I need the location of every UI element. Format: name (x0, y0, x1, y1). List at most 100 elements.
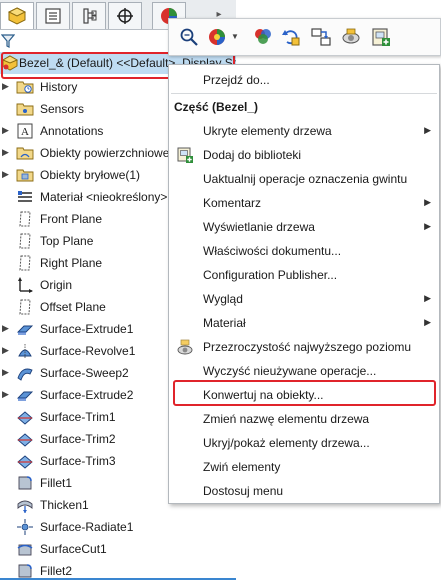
expand-arrow-icon[interactable]: ▶ (2, 367, 12, 378)
solid-bodies-folder-icon (16, 166, 34, 184)
tree-item-label: Right Plane (40, 256, 103, 270)
menu-item-material[interactable]: Materiał ▶ (169, 311, 439, 335)
tree-item-label: Surface-Trim2 (40, 432, 116, 446)
surface-sweep-icon (16, 364, 34, 382)
menu-item-uaktualnij-operacje-oznaczenia-gwintu[interactable]: Uaktualnij operacje oznaczenia gwintu (169, 167, 439, 191)
sensors-folder-icon (16, 100, 34, 118)
tree-item-label: Obiekty powierzchniowe (40, 146, 170, 160)
appearance-dropdown-icon[interactable]: ▼ (231, 32, 239, 41)
expand-arrow-icon[interactable]: ▶ (2, 125, 12, 136)
menu-item-label: Część (Bezel_) (174, 100, 259, 114)
menu-item-zmien-nazwe-elementu-drzewa[interactable]: Zmień nazwę elementu drzewa (169, 407, 439, 431)
menu-item-wyswietlanie-drzewa[interactable]: Wyświetlanie drzewa ▶ (169, 215, 439, 239)
tree-item-surfacecut1[interactable]: SurfaceCut1 (0, 538, 236, 560)
menu-item-label: Zmień nazwę elementu drzewa (203, 412, 370, 426)
tree-item-label: Front Plane (40, 212, 103, 226)
tree-item-label: Surface-Extrude1 (40, 322, 134, 336)
surface-extrude-icon (16, 320, 34, 338)
menu-item-label: Ukryte elementy drzewa (203, 124, 332, 138)
tree-item-surface-radiate1[interactable]: Surface-Radiate1 (0, 516, 236, 538)
menu-item-przejdz-do[interactable]: Przejdź do... (169, 68, 439, 92)
submenu-arrow-icon: ▶ (424, 317, 431, 327)
menu-item-label: Komentarz (203, 196, 262, 210)
plane-icon (16, 232, 34, 250)
appearance-icon (209, 29, 225, 45)
menu-item-ukryj-pokaz-elementy-drzewa[interactable]: Ukryj/pokaż elementy drzewa... (169, 431, 439, 455)
expand-arrow-icon[interactable]: ▶ (2, 81, 12, 92)
menu-item-label: Przezroczystość najwyższego poziomu (203, 340, 412, 354)
add-to-library-button[interactable] (369, 25, 393, 49)
tree-item-label: Origin (40, 278, 73, 292)
tree-item-label: Top Plane (40, 234, 94, 248)
tree-item-label: Surface-Trim1 (40, 410, 116, 424)
tree-item-label: Fillet2 (40, 564, 73, 578)
menu-item-label: Configuration Publisher... (203, 268, 338, 282)
expand-arrow-icon[interactable]: ▶ (2, 389, 12, 400)
appearance-button[interactable] (205, 25, 229, 49)
svg-text:A: A (21, 126, 29, 138)
edit-color-icon (255, 29, 271, 44)
configuration-icon (83, 8, 97, 24)
add-to-library-icon (176, 146, 194, 164)
expand-arrow-icon[interactable]: ▶ (2, 323, 12, 334)
menu-item-wlasciwosci-dokumentu[interactable]: Właściwości dokumentu... (169, 239, 439, 263)
crosshair-icon (117, 8, 133, 24)
menu-item-label: Właściwości dokumentu... (203, 244, 342, 258)
origin-icon (16, 276, 34, 294)
surface-trim-icon (16, 430, 34, 448)
submenu-arrow-icon: ▶ (424, 221, 431, 231)
menu-item-dodaj-do-biblioteki[interactable]: Dodaj do biblioteki (169, 143, 439, 167)
edit-color-button[interactable] (251, 25, 275, 49)
tab-property-manager[interactable] (36, 2, 70, 29)
surface-radiate-icon (16, 518, 34, 536)
thicken-icon (16, 496, 34, 514)
tree-item-label: Materiał <nieokreślony> (40, 190, 168, 204)
menu-header-czesc-bezel: Część (Bezel_) (169, 95, 439, 119)
tree-item-label: History (40, 80, 78, 94)
plane-icon (16, 298, 34, 316)
menu-item-dostosuj-menu[interactable]: Dostosuj menu (169, 479, 439, 503)
tab-feature-manager[interactable] (0, 2, 34, 29)
submenu-arrow-icon: ▶ (424, 293, 431, 303)
tree-item-label: Surface-Sweep2 (40, 366, 129, 380)
tree-item-label: Annotations (40, 124, 104, 138)
menu-item-label: Dodaj do biblioteki (203, 148, 302, 162)
menu-item-label: Dostosuj menu (203, 484, 284, 498)
menu-item-configuration-publisher[interactable]: Configuration Publisher... (169, 263, 439, 287)
rollback-icon (282, 30, 300, 46)
submenu-arrow-icon: ▶ (424, 197, 431, 207)
menu-separator (171, 93, 437, 94)
submenu-arrow-icon: ▶ (424, 125, 431, 135)
property-list-icon (45, 8, 61, 24)
expand-arrow-icon[interactable]: ▶ (2, 169, 12, 180)
tree-item-label: Surface-Extrude2 (40, 388, 134, 402)
tree-item-label: Surface-Trim3 (40, 454, 116, 468)
filter-icon[interactable] (1, 33, 15, 49)
tree-item-label: Sensors (40, 102, 85, 116)
menu-item-wyglad[interactable]: Wygląd ▶ (169, 287, 439, 311)
tab-configuration-manager[interactable] (72, 2, 106, 29)
zoom-to-selection-icon (180, 28, 198, 46)
menu-item-komentarz[interactable]: Komentarz ▶ (169, 191, 439, 215)
menu-item-ukryte-elementy-drzewa[interactable]: Ukryte elementy drzewa ▶ (169, 119, 439, 143)
surface-extrude-icon (16, 386, 34, 404)
expand-arrow-icon[interactable]: ▶ (2, 345, 12, 356)
zoom-to-selection-button[interactable] (177, 25, 201, 49)
menu-item-label: Ukryj/pokaż elementy drzewa... (203, 436, 370, 450)
hide-show-button[interactable] (339, 25, 363, 49)
expand-arrow-icon[interactable]: ▶ (2, 147, 12, 158)
suppress-icon (311, 28, 331, 46)
menu-item-zwin-elementy[interactable]: Zwiń elementy (169, 455, 439, 479)
plane-icon (16, 210, 34, 228)
suppress-button[interactable] (309, 25, 333, 49)
tab-dimxpert-manager[interactable] (108, 2, 142, 29)
history-folder-icon (16, 78, 34, 96)
fillet-icon (16, 474, 34, 492)
tree-item-label: Surface-Revolve1 (40, 344, 136, 358)
surface-trim-icon (16, 452, 34, 470)
context-menu: Przejdź do... Część (Bezel_) Ukryte elemen… (168, 64, 440, 504)
rollback-button[interactable] (279, 25, 303, 49)
menu-item-przezroczystosc-najwyzszego-poziomu[interactable]: Przezroczystość najwyższego poziomu (169, 335, 439, 359)
tree-item-label: Surface-Radiate1 (40, 520, 134, 534)
surface-bodies-folder-icon (16, 144, 34, 162)
